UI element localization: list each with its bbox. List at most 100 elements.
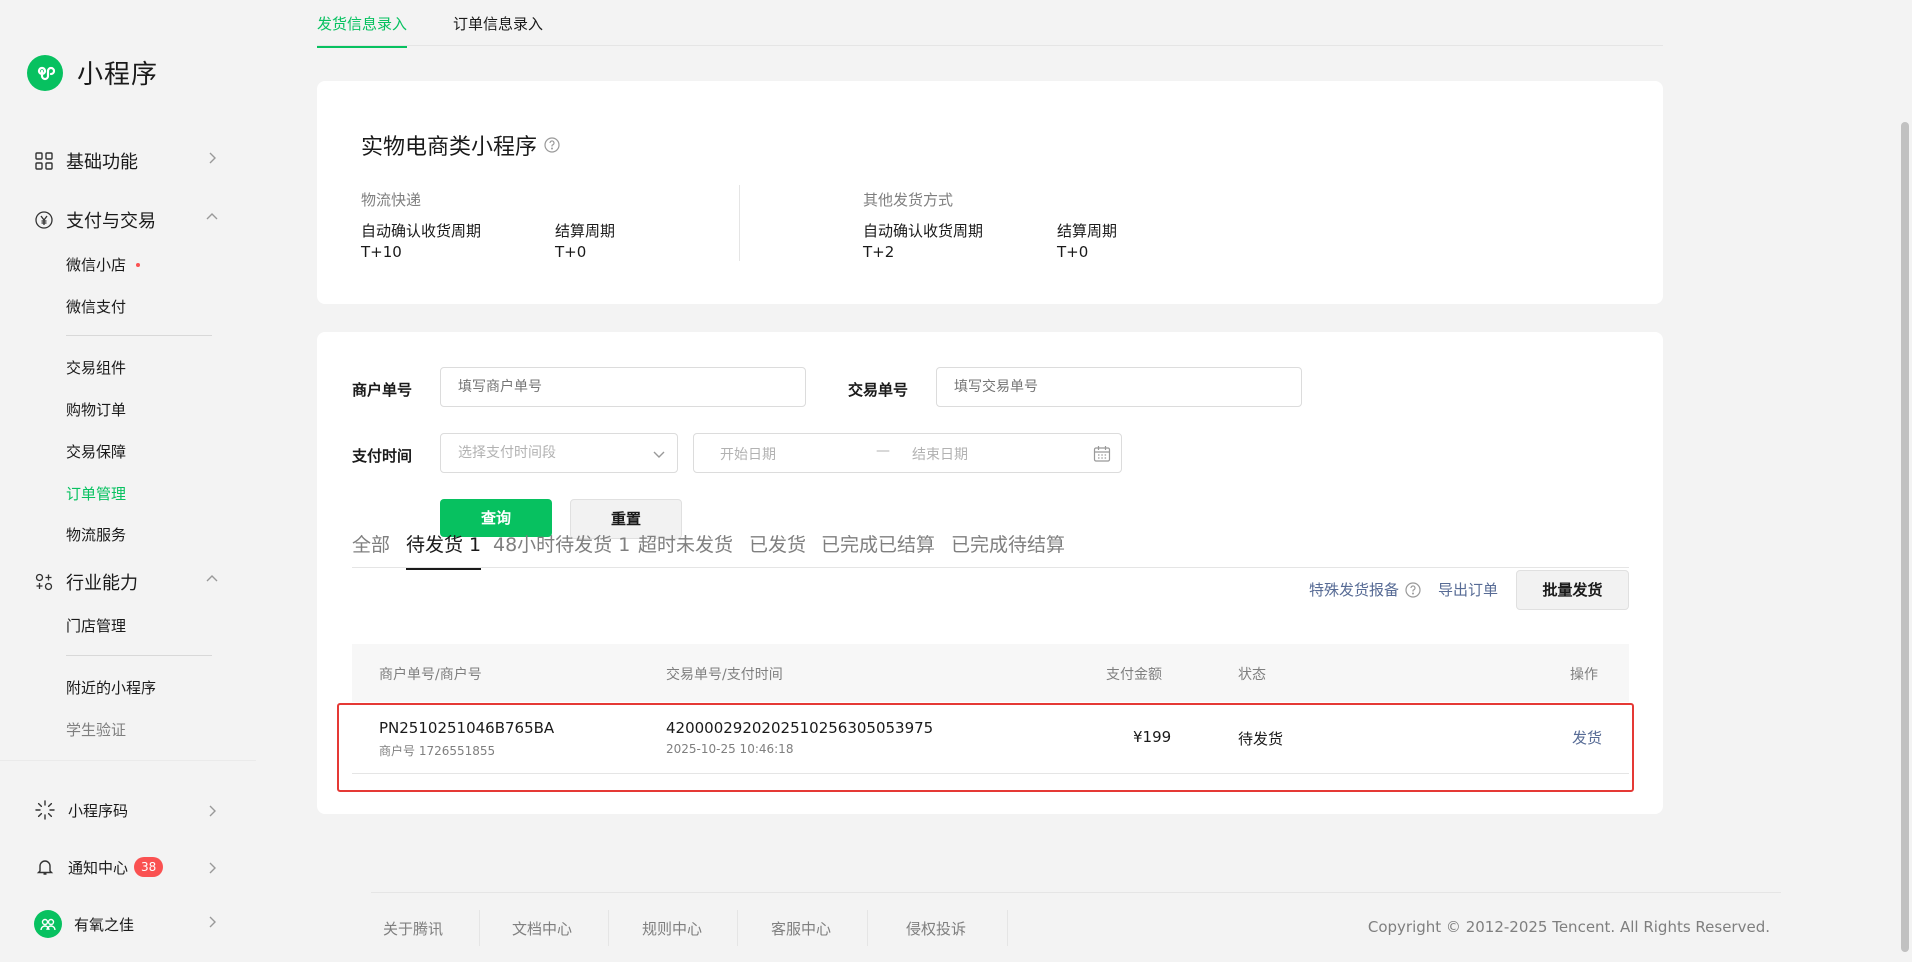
trade-order-label: 交易单号	[848, 381, 909, 399]
app-title: 小程序	[77, 60, 159, 90]
tab-all[interactable]: 全部	[352, 530, 390, 568]
footer-link-infringement[interactable]: 侵权投诉	[906, 918, 966, 939]
grid-icon	[34, 151, 54, 171]
nav-group-label: 支付与交易	[66, 211, 156, 232]
sidebar-item-store-management[interactable]: 门店管理	[66, 615, 126, 636]
merchant-order-label: 商户单号	[352, 381, 413, 399]
end-date-input[interactable]: 结束日期	[912, 444, 968, 464]
batch-ship-button[interactable]: 批量发货	[1516, 570, 1629, 610]
bell-icon	[34, 856, 56, 878]
sidebar-item-notifications[interactable]: 通知中心 38	[34, 856, 220, 878]
sidebar-item-label: 交易保障	[66, 443, 127, 461]
express-logistics-label: 物流快递	[361, 191, 422, 209]
orders-card: 商户单号 交易单号 支付时间 选择支付时间段 开始日期 — 结束日期 查询 重置…	[317, 332, 1663, 814]
orders-table-header: 商户单号/商户号 交易单号/支付时间 支付金额 状态 操作	[352, 644, 1629, 702]
tab-48h-pending[interactable]: 48小时待发货 1	[493, 530, 630, 568]
sidebar-item-wechat-store[interactable]: 微信小店	[66, 254, 141, 275]
pay-amount: ¥199	[1133, 728, 1172, 746]
help-icon[interactable]	[1405, 581, 1421, 598]
column-header-trade: 交易单号/支付时间	[666, 667, 783, 683]
footer-link-docs[interactable]: 文档中心	[512, 918, 572, 939]
chevron-up-icon	[206, 575, 218, 582]
footer-link-about-tencent[interactable]: 关于腾讯	[383, 918, 443, 939]
start-date-input[interactable]: 开始日期	[720, 444, 776, 464]
tab-pending-shipment[interactable]: 待发货 1	[406, 530, 482, 570]
trade-order-input[interactable]	[936, 367, 1302, 407]
nav-group-industry[interactable]: 行业能力	[34, 569, 220, 595]
tab-completed-settled[interactable]: 已完成已结算	[821, 530, 935, 568]
sidebar-item-label: 物流服务	[66, 526, 127, 544]
sidebar-item-label: 订单管理	[66, 485, 127, 503]
special-shipping-report-link[interactable]: 特殊发货报备	[1309, 579, 1421, 600]
pay-time-select[interactable]: 选择支付时间段	[440, 433, 678, 473]
merchant-type-title: 实物电商类小程序	[361, 129, 560, 161]
merchant-order-input[interactable]	[440, 367, 806, 407]
footer-link-rules[interactable]: 规则中心	[642, 918, 702, 939]
chevron-right-icon	[209, 916, 216, 928]
footer-link-support[interactable]: 客服中心	[771, 918, 831, 939]
info-divider	[739, 185, 740, 261]
sidebar-item-label: 学生验证	[66, 721, 127, 739]
sidebar-item-qrcode[interactable]: 小程序码	[34, 799, 220, 821]
footer-divider	[371, 892, 1781, 893]
footer-separator	[867, 910, 868, 946]
sidebar-item-label: 微信支付	[66, 298, 127, 316]
date-range-separator: —	[876, 443, 890, 459]
nav-group-payment[interactable]: 支付与交易	[34, 207, 220, 233]
settlement-period-label: 结算周期	[555, 222, 616, 240]
auto-confirm-period-value: T+2	[863, 243, 895, 261]
page-scrollbar-thumb[interactable]	[1901, 122, 1909, 952]
sidebar-item-order-management[interactable]: 订单管理	[66, 483, 126, 504]
sidebar-item-label: 附近的小程序	[66, 679, 157, 697]
tab-order-info-entry[interactable]: 订单信息录入	[453, 13, 543, 46]
industry-icon	[34, 572, 54, 592]
merchant-type-card: 实物电商类小程序 物流快递 自动确认收货周期 T+10 结算周期 T+0 其他发…	[317, 81, 1663, 304]
trade-number: 4200002920202510256305053975	[666, 719, 934, 737]
top-tab-bar: 发货信息录入 订单信息录入	[317, 0, 1663, 48]
nav-group-label: 基础功能	[66, 152, 138, 173]
settlement-period-value: T+0	[1057, 243, 1089, 261]
tab-overdue-unshipped[interactable]: 超时未发货	[638, 530, 733, 568]
sidebar-divider	[66, 655, 212, 656]
sidebar-item-label: 购物订单	[66, 401, 127, 419]
avatar	[34, 910, 62, 938]
chevron-right-icon	[209, 152, 216, 164]
app-logo[interactable]: 小程序	[27, 54, 158, 91]
sidebar-item-account[interactable]: 有氧之佳	[34, 910, 220, 938]
sidebar-item-logistics[interactable]: 物流服务	[66, 524, 126, 545]
nav-group-label: 行业能力	[66, 573, 138, 594]
tab-shipping-info-entry[interactable]: 发货信息录入	[317, 13, 408, 48]
sidebar-item-label: 小程序码	[68, 801, 129, 820]
column-header-amount: 支付金额	[1106, 667, 1162, 683]
pay-time-select-placeholder: 选择支付时间段	[458, 445, 556, 461]
other-shipping-label: 其他发货方式	[863, 191, 954, 209]
column-header-merchant: 商户单号/商户号	[379, 667, 482, 683]
special-shipping-report-label: 特殊发货报备	[1309, 581, 1400, 599]
account-name: 有氧之佳	[74, 915, 135, 934]
auto-confirm-period-label: 自动确认收货周期	[361, 222, 482, 240]
sidebar-item-label: 门店管理	[66, 617, 127, 635]
settlement-period-value: T+0	[555, 243, 587, 261]
nav-group-basic[interactable]: 基础功能	[34, 148, 220, 174]
pay-date-range-picker[interactable]: 开始日期 — 结束日期	[693, 433, 1122, 473]
sidebar-item-trade-component[interactable]: 交易组件	[66, 357, 126, 378]
sidebar-item-shopping-orders[interactable]: 购物订单	[66, 399, 126, 420]
order-status: 待发货	[1238, 730, 1284, 748]
sidebar-item-wechat-pay[interactable]: 微信支付	[66, 296, 126, 317]
sidebar-item-student-verification[interactable]: 学生验证	[66, 719, 126, 740]
export-orders-link[interactable]: 导出订单	[1438, 579, 1498, 600]
footer-separator	[608, 910, 609, 946]
tab-completed-pending-settlement[interactable]: 已完成待结算	[951, 530, 1065, 568]
pay-time: 2025-10-25 10:46:18	[666, 742, 794, 756]
help-icon[interactable]	[544, 137, 560, 153]
qrcode-sun-icon	[34, 799, 56, 821]
ship-order-link[interactable]: 发货	[1572, 727, 1602, 748]
sidebar-item-trade-guarantee[interactable]: 交易保障	[66, 441, 126, 462]
merchant-order-number: PN2510251046B765BA	[379, 719, 555, 737]
merchant-id: 商户号 1726551855	[379, 744, 496, 758]
tab-shipped[interactable]: 已发货	[749, 530, 806, 568]
pay-time-label: 支付时间	[352, 447, 413, 465]
sidebar-item-nearby-mini-programs[interactable]: 附近的小程序	[66, 677, 156, 698]
footer-separator	[737, 910, 738, 946]
auto-confirm-period-label: 自动确认收货周期	[863, 222, 984, 240]
